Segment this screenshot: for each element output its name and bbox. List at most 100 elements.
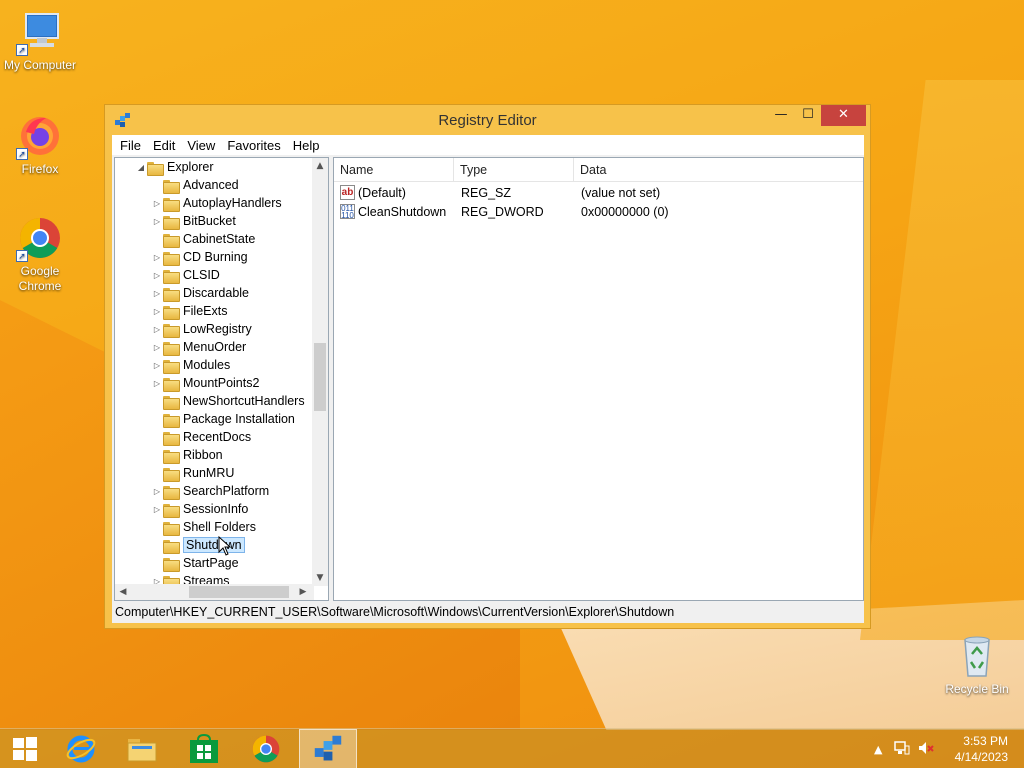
string-value-icon: ab [340,185,355,200]
start-button[interactable] [0,729,50,768]
expand-arrow-icon[interactable]: ▷ [151,487,163,496]
shortcut-arrow-icon: ➚ [16,148,28,160]
taskbar-internet-explorer[interactable] [52,729,110,768]
show-hidden-icons-icon[interactable]: ▲ [874,743,882,756]
registry-tree: ◢ Explorer Advanced ▷ AutoplayHandlers ▷ Bit… [115,158,314,586]
tree-item[interactable]: Ribbon [151,446,223,464]
tree-item-label: RunMRU [183,466,235,480]
value-row[interactable]: 011 110 CleanShutdown REG_DWORD 0x0000000… [334,203,863,222]
tree-item[interactable]: ▷ LowRegistry [151,320,252,338]
tree-horizontal-scrollbar[interactable]: ◀ ▶ [115,584,314,600]
store-icon [190,734,218,763]
scroll-left-arrow-icon[interactable]: ◀ [115,584,131,600]
menu-file[interactable]: File [114,138,147,153]
expand-arrow-icon[interactable]: ▷ [151,505,163,514]
taskbar-file-explorer[interactable] [113,729,171,768]
tree-item-label: Advanced [183,178,239,192]
values-list-pane[interactable]: Name Type Data ab (Default) REG_SZ (valu… [333,157,864,601]
column-header-data[interactable]: Data [574,158,864,182]
expand-arrow-icon[interactable]: ▷ [151,361,163,370]
network-icon[interactable] [894,740,910,758]
tree-item-label: Explorer [167,160,214,174]
tree-item[interactable]: Package Installation [151,410,295,428]
menu-view[interactable]: View [181,138,221,153]
shortcut-arrow-icon: ➚ [16,250,28,262]
value-row[interactable]: ab (Default) REG_SZ (value not set) [334,184,863,203]
taskbar: ▲ 3:53 PM 4/14/2023 [0,728,1024,768]
tree-item-label: Modules [183,358,231,372]
tree-item[interactable]: ▷ MountPoints2 [151,374,259,392]
tree-item[interactable]: ▷ Modules [151,356,230,374]
tree-item-label: MenuOrder [183,340,247,354]
tree-item[interactable]: RecentDocs [151,428,251,446]
close-button[interactable]: ✕ [821,105,866,126]
collapse-arrow-icon[interactable]: ◢ [135,163,147,172]
expand-arrow-icon[interactable]: ▷ [151,271,163,280]
desktop-icon-my-computer[interactable]: ➚ My Computer [0,8,80,73]
scroll-thumb[interactable] [314,343,326,411]
tree-item[interactable]: NewShortcutHandlers [151,392,305,410]
tree-item[interactable]: Shell Folders [151,518,256,536]
tree-item-label: NewShortcutHandlers [183,394,305,408]
scroll-thumb[interactable] [189,586,289,598]
expand-arrow-icon[interactable]: ▷ [151,325,163,334]
tree-item[interactable]: ▷ Discardable [151,284,249,302]
tree-vertical-scrollbar[interactable]: ▲ ▼ [312,158,328,586]
folder-icon [163,323,180,338]
folder-icon [163,503,180,518]
desktop-icon-google-chrome[interactable]: ➚ Google Chrome [0,214,80,294]
menu-help[interactable]: Help [287,138,326,153]
tree-item[interactable]: CabinetState [151,230,255,248]
minimize-button[interactable]: — [768,105,794,126]
tree-item-label: LowRegistry [183,322,252,336]
folder-icon [163,557,180,572]
value-type: REG_DWORD [461,205,544,219]
menu-edit[interactable]: Edit [147,138,181,153]
registry-tree-pane[interactable]: ◢ Explorer Advanced ▷ AutoplayHandlers ▷ Bit… [114,157,329,601]
tree-item[interactable]: StartPage [151,554,239,572]
tree-item-label: MountPoints2 [183,376,260,390]
folder-icon [163,251,180,266]
folder-icon [163,305,180,320]
value-data: 0x00000000 (0) [581,205,669,219]
tree-item[interactable]: ▷ SessionInfo [151,500,248,518]
desktop-icon-firefox[interactable]: ➚ Firefox [0,112,80,177]
tree-item[interactable]: ▷ FileExts [151,302,227,320]
taskbar-store[interactable] [175,729,233,768]
maximize-button[interactable]: ☐ [795,105,821,126]
desktop-icon-recycle-bin[interactable]: Recycle Bin [937,632,1017,697]
expand-arrow-icon[interactable]: ▷ [151,289,163,298]
column-header-name[interactable]: Name [334,158,454,182]
expand-arrow-icon[interactable]: ▷ [151,217,163,226]
tree-item[interactable]: ▷ CD Burning [151,248,248,266]
tree-item[interactable]: ▷ CLSID [151,266,220,284]
scroll-down-arrow-icon[interactable]: ▼ [312,570,328,586]
expand-arrow-icon[interactable]: ▷ [151,307,163,316]
taskbar-registry-editor[interactable] [299,729,357,768]
tree-item[interactable]: Advanced [151,176,239,194]
expand-arrow-icon[interactable]: ▷ [151,199,163,208]
clock[interactable]: 3:53 PM 4/14/2023 [955,733,1008,765]
expand-arrow-icon[interactable]: ▷ [151,343,163,352]
tree-item[interactable]: ▷ AutoplayHandlers [151,194,282,212]
tree-item[interactable]: ▷ MenuOrder [151,338,246,356]
expand-arrow-icon[interactable]: ▷ [151,253,163,262]
tree-item[interactable]: RunMRU [151,464,234,482]
tree-item[interactable]: ▷ SearchPlatform [151,482,269,500]
tree-item-label: Discardable [183,286,250,300]
folder-icon [163,287,180,302]
scroll-up-arrow-icon[interactable]: ▲ [312,158,328,174]
mouse-cursor-icon [218,535,232,556]
tree-item-explorer[interactable]: ◢ Explorer [135,158,214,176]
menu-favorites[interactable]: Favorites [221,138,286,153]
volume-muted-icon[interactable] [918,741,935,758]
folder-icon [163,467,180,482]
title-bar[interactable]: Registry Editor — ☐ ✕ [105,105,870,135]
tree-item[interactable]: ▷ BitBucket [151,212,236,230]
folder-icon [163,269,180,284]
expand-arrow-icon[interactable]: ▷ [151,379,163,388]
column-header-type[interactable]: Type [454,158,574,182]
scroll-right-arrow-icon[interactable]: ▶ [295,584,311,600]
folder-icon [163,521,180,536]
taskbar-chrome[interactable] [237,729,295,768]
